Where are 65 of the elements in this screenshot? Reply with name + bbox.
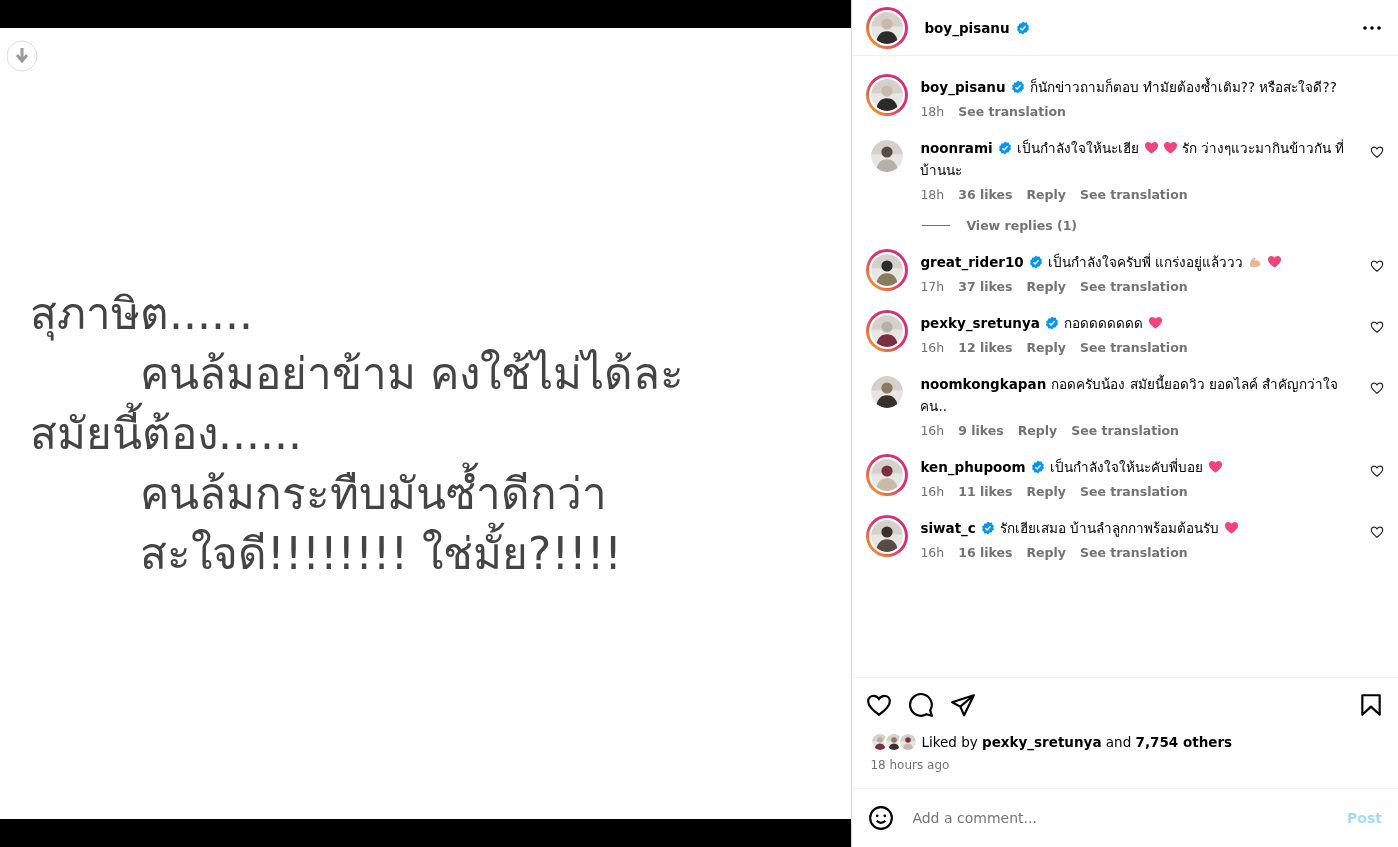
comment-time: 18h — [920, 187, 945, 202]
heart-outline-icon[interactable] — [1370, 320, 1384, 334]
username[interactable]: pexky_sretunya — [920, 315, 1040, 331]
reply-link[interactable]: Reply — [1026, 545, 1066, 560]
heart-icon — [1162, 140, 1178, 155]
reply-link[interactable]: Reply — [1026, 484, 1066, 499]
post-text-line: คนล้มอย่าข้าม คงใช้ไม่ได้ละ — [139, 346, 684, 401]
likes-count[interactable]: 9 likes — [958, 423, 1004, 438]
comment-text: ken_phupoom เป็นกำลังใจให้นะคับพี่บอย — [920, 454, 1358, 478]
heart-icon — [1147, 315, 1163, 330]
comment-time: 16h — [920, 484, 945, 499]
like-icon[interactable] — [866, 692, 893, 718]
heart-outline-icon[interactable] — [1370, 525, 1384, 539]
reply-link[interactable]: Reply — [1017, 423, 1058, 438]
post-text-line: สุภาษิต...... — [30, 286, 254, 343]
download-icon[interactable] — [6, 40, 38, 72]
comment-icon[interactable] — [908, 692, 935, 718]
username[interactable]: noonrami — [920, 140, 993, 156]
emoji-icon[interactable] — [868, 805, 895, 831]
comment-time: 17h — [920, 279, 945, 294]
see-translation-link[interactable]: See translation — [1071, 423, 1179, 438]
heart-icon — [1143, 140, 1159, 155]
likes-count[interactable]: 11 likes — [958, 484, 1013, 499]
reply-link[interactable]: Reply — [1026, 340, 1066, 355]
comment-time: 18h — [920, 104, 945, 119]
comment-text: noonrami เป็นกำลังใจให้นะเฮีย รัก ว่างๆแวะมากินข้าวกัน ที่บ้านนะ — [920, 138, 1346, 180]
comment-time: 16h — [920, 545, 945, 560]
post-time: 18 hours ago — [869, 757, 951, 774]
heart-outline-icon[interactable] — [1370, 381, 1384, 395]
see-translation-link[interactable]: See translation — [1079, 279, 1188, 294]
heart-outline-icon[interactable] — [1370, 259, 1384, 273]
comment-text: noomkongkapan กอดครับน้อง สมัยนี้ยอดวิว ยอดไลค์ สำคัญกว่าใจคน.. — [920, 373, 1340, 416]
username[interactable]: boy_pisanu — [920, 79, 1006, 95]
username[interactable]: great_rider10 — [920, 254, 1024, 270]
heart-icon — [1224, 520, 1240, 535]
see-translation-link[interactable]: See translation — [958, 104, 1066, 119]
comment-text: great_rider10 เป็นกำลังใจครับพี่ แกร่งอยู่แล้ววว — [920, 249, 1358, 273]
heart-icon — [1267, 254, 1283, 269]
comment-text: pexky_sretunya กอดดดดดดด — [920, 310, 1358, 334]
post-text-line: สะใจดี!!!!!!!! ใช่มั้ย?!!!! — [30, 523, 684, 584]
view-replies-link[interactable]: View replies (1) — [966, 218, 1078, 233]
comment-text: boy_pisanu ก็นักข่าวถามก็ตอบ ทำมัยต้องซ้ำเติม?? หรือสะใจดี?? — [920, 76, 1338, 98]
heart-icon — [1207, 459, 1223, 474]
comment-text: siwat_c รักเฮียเสมอ บ้านลำลูกกาพร้อมต้อนรับ — [920, 515, 1358, 539]
likes-count[interactable]: 36 likes — [958, 187, 1013, 202]
see-translation-link[interactable]: See translation — [1079, 187, 1188, 202]
likes-count[interactable]: 37 likes — [958, 279, 1013, 294]
see-translation-link[interactable]: See translation — [1079, 545, 1188, 560]
likes-count[interactable]: 16 likes — [958, 545, 1013, 560]
likes-count[interactable]: 12 likes — [958, 340, 1013, 355]
heart-outline-icon[interactable] — [1370, 464, 1384, 478]
share-icon[interactable] — [950, 692, 977, 718]
see-translation-link[interactable]: See translation — [1079, 484, 1188, 499]
username[interactable]: siwat_c — [920, 520, 976, 536]
comment-time: 16h — [920, 423, 945, 438]
reply-link[interactable]: Reply — [1026, 187, 1066, 202]
username[interactable]: boy_pisanu — [924, 19, 1010, 36]
bookmark-icon[interactable] — [1358, 692, 1384, 718]
see-translation-link[interactable]: See translation — [1079, 340, 1188, 355]
username[interactable]: noomkongkapan — [920, 376, 1047, 392]
username[interactable]: ken_phupoom — [920, 459, 1026, 475]
reply-link[interactable]: Reply — [1026, 279, 1066, 294]
liked-by-text: Liked by pexky_sretunya and 7,754 others — [921, 734, 1233, 750]
comment-time: 16h — [920, 340, 945, 355]
heart-outline-icon[interactable] — [1370, 145, 1384, 159]
